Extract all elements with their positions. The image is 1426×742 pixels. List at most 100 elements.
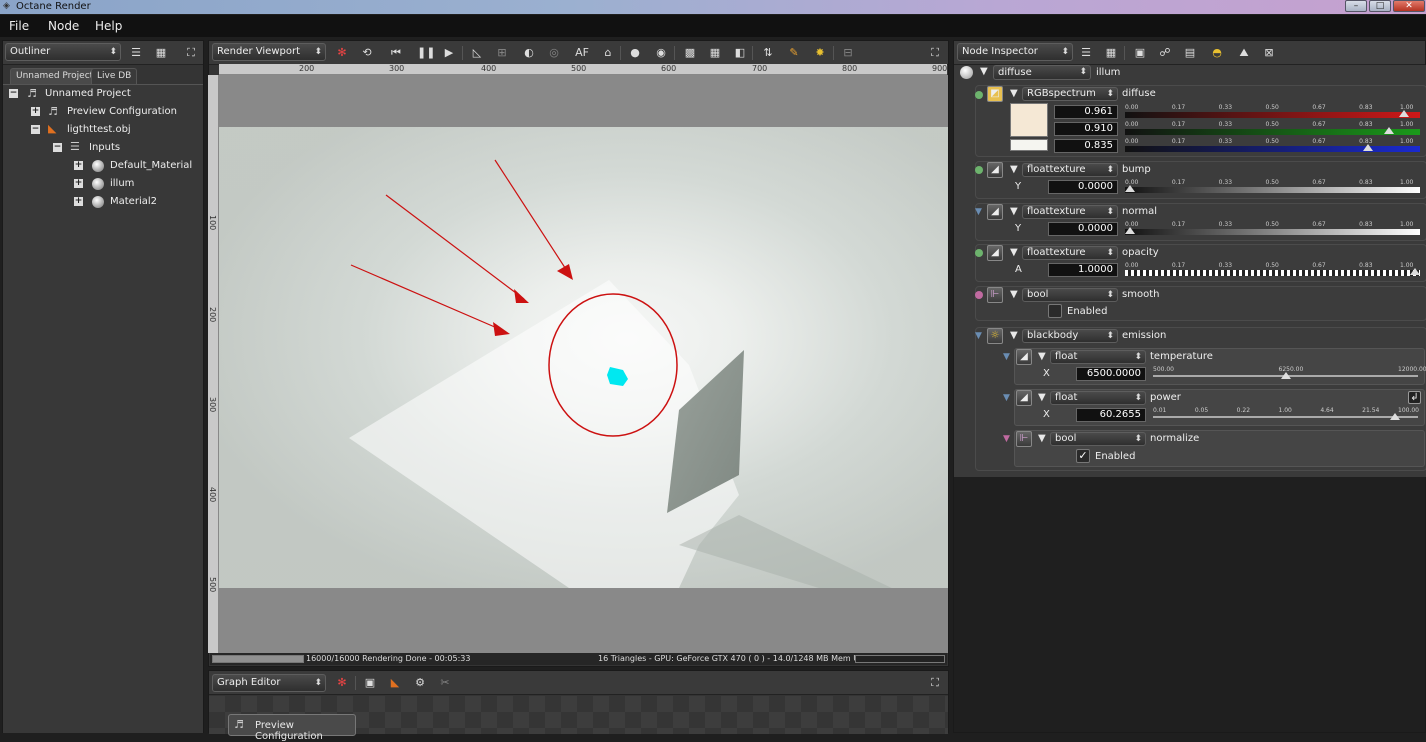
layout-icon[interactable]: ▦ [1104,46,1118,60]
checker-icon[interactable]: ▦ [708,46,722,60]
collapse-triangle-icon[interactable]: ▼ [1038,433,1046,444]
add-mesh-icon[interactable]: ◣ [388,676,402,690]
temperature-value[interactable]: 6500.0000 [1076,367,1146,381]
menu-file[interactable]: File [9,19,29,33]
slider-thumb[interactable] [1384,127,1395,134]
maximize-panel-icon[interactable]: ⛶ [928,46,942,60]
tree-item-obj[interactable]: ligthttest.obj [67,122,131,138]
material-icon[interactable]: ◓ [1210,46,1224,60]
reload-icon[interactable]: ⟲ [360,46,374,60]
log-scale-icon[interactable]: ↲ [1408,391,1421,404]
collapse-triangle-icon[interactable]: ▼ [980,66,988,77]
autofocus-button[interactable]: AF [573,46,591,60]
tab-live-db[interactable]: Live DB [91,68,138,84]
material-picker-icon[interactable]: ⌂ [601,46,615,60]
green-value[interactable]: 0.910 [1054,122,1118,136]
blue-value[interactable]: 0.835 [1054,139,1118,153]
slider-thumb[interactable] [1280,372,1291,379]
collapse-triangle-icon[interactable]: ▼ [1038,351,1046,362]
close-button[interactable]: ✕ [1393,0,1425,12]
panel-icon[interactable]: ▤ [1183,46,1197,60]
opacity-type-dropdown[interactable]: floattexture ⬍ [1022,246,1118,260]
ruler-icon[interactable]: ◺ [470,46,484,60]
float-icon[interactable]: ◢ [1016,349,1032,365]
layout-icon[interactable]: ▦ [154,46,168,60]
collapse-triangle-icon[interactable]: ▼ [1038,392,1046,403]
slider-thumb[interactable] [1390,413,1401,420]
collapse-icon[interactable]: ☰ [1079,46,1093,60]
bump-type-dropdown[interactable]: floattexture ⬍ [1022,163,1118,177]
temperature-type-dropdown[interactable]: float ⬍ [1050,350,1146,364]
menu-help[interactable]: Help [95,19,122,33]
slider-thumb[interactable] [1125,185,1135,192]
lock-render-icon[interactable]: ✻ [335,46,349,60]
graph-icon[interactable]: ⊠ [1262,46,1276,60]
maximize-panel-icon[interactable]: ⛶ [928,676,942,690]
red-value[interactable]: 0.961 [1054,105,1118,119]
play-icon[interactable]: ▶ [442,46,456,60]
collapse-all-icon[interactable]: ☰ [129,46,143,60]
power-value[interactable]: 60.2655 [1076,408,1146,422]
bump-slider[interactable]: 0.00 0.17 0.33 0.50 0.67 0.83 1.00 [1125,179,1420,199]
slider-thumb[interactable] [1362,144,1373,151]
pick-icon[interactable]: ✎ [787,46,801,60]
slider-thumb[interactable] [1398,110,1409,117]
inspector-dropdown[interactable]: Node Inspector ⬍ [957,43,1073,61]
collapse-icon[interactable]: − [31,125,40,134]
temperature-slider[interactable]: 500.00 6250.00 12000.00 [1153,366,1426,386]
tree-item-unnamed-project[interactable]: Unnamed Project [45,86,131,102]
collapse-triangle-icon[interactable]: ▼ [1010,289,1018,300]
split-icon[interactable]: ◧ [733,46,747,60]
maximize-button[interactable]: □ [1369,0,1391,12]
root-type-dropdown[interactable]: diffuse ⬍ [993,65,1091,80]
save-graph-icon[interactable]: ▣ [363,676,377,690]
normal-slider[interactable]: 0.00 0.17 0.33 0.50 0.67 0.83 1.00 [1125,221,1420,241]
graph-editor-dropdown[interactable]: Graph Editor ⬍ [212,674,326,692]
diffuse-type-dropdown[interactable]: RGBspectrum ⬍ [1022,87,1118,101]
render-image[interactable] [219,75,948,653]
tree-item-default-material[interactable]: Default_Material [110,158,192,174]
viewport-dropdown[interactable]: Render Viewport ⬍ [212,43,326,61]
bump-value[interactable]: 0.0000 [1048,180,1118,194]
normalize-type-dropdown[interactable]: bool ⬍ [1050,432,1146,446]
pick-focus-icon[interactable]: ◎ [547,46,561,60]
collapse-triangle-icon[interactable]: ▼ [1010,206,1018,217]
float-texture-icon[interactable]: ◢ [987,204,1003,220]
mountain-icon[interactable]: ⛰ [1237,46,1251,60]
pause-icon[interactable]: ❚❚ [417,46,435,60]
collapse-icon[interactable]: − [53,143,62,152]
add-node-icon[interactable]: ⚙ [413,676,427,690]
tree-item-illum[interactable]: illum [110,176,134,192]
collapse-triangle-icon[interactable]: ▼ [1010,247,1018,258]
align-icon[interactable]: ⊞ [495,46,509,60]
opacity-slider[interactable]: 0.00 0.17 0.33 0.50 0.67 0.83 1.00 [1125,262,1420,282]
expand-icon[interactable]: + [31,107,40,116]
expand-icon[interactable]: + [74,179,83,188]
collapse-triangle-icon[interactable]: ▼ [1010,88,1018,99]
smooth-checkbox[interactable] [1048,304,1062,318]
outliner-dropdown[interactable]: Outliner ⬍ [5,43,121,61]
tab-unnamed-project[interactable]: Unnamed Project [10,68,100,84]
expand-icon[interactable]: + [74,197,83,206]
float-icon[interactable]: ◢ [1016,390,1032,406]
maximize-panel-icon[interactable]: ⛶ [184,46,198,60]
normal-type-dropdown[interactable]: floattexture ⬍ [1022,205,1118,219]
link-icon[interactable]: ☍ [1158,46,1172,60]
tree-item-preview-configuration[interactable]: Preview Configuration [67,104,177,120]
sphere-icon[interactable]: ● [628,46,642,60]
float-texture-icon[interactable]: ◢ [987,162,1003,178]
power-slider[interactable]: 0.01 0.05 0.22 1.00 4.64 21.54 100.00 [1153,407,1419,427]
expand-icon[interactable]: + [74,161,83,170]
export-icon[interactable]: ⇅ [761,46,775,60]
menu-node[interactable]: Node [48,19,79,33]
blue-slider[interactable]: 0.00 0.17 0.33 0.50 0.67 0.83 1.00 [1125,138,1420,158]
diffuse-color-swatch[interactable] [1010,103,1048,137]
float-texture-icon[interactable]: ◢ [987,245,1003,261]
smooth-type-dropdown[interactable]: bool ⬍ [1022,288,1118,302]
cleanup-icon[interactable]: ✂ [438,676,452,690]
tree-item-material2[interactable]: Material2 [110,194,157,210]
normal-value[interactable]: 0.0000 [1048,222,1118,236]
camera-icon[interactable]: ◐ [522,46,536,60]
image-icon[interactable]: ▣ [1133,46,1147,60]
slider-thumb[interactable] [1410,268,1420,275]
